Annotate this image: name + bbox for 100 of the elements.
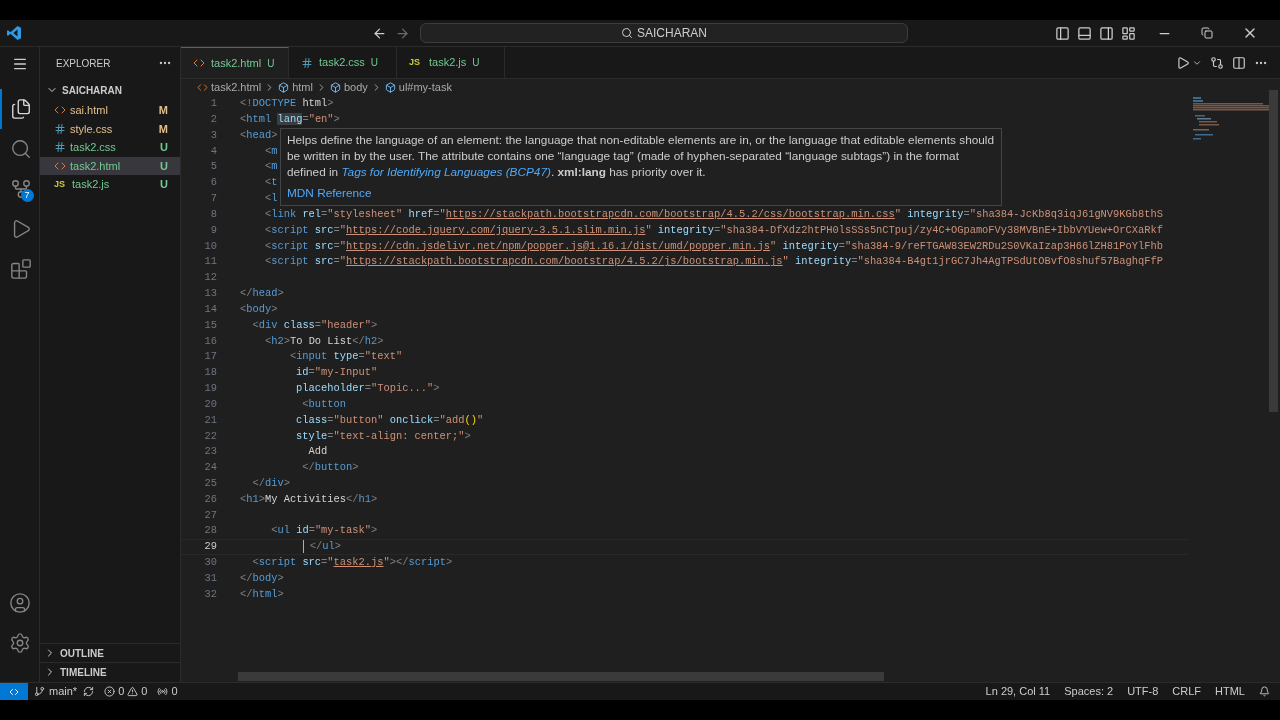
broadcast-icon bbox=[157, 686, 169, 697]
code-line: <m bbox=[263, 143, 278, 159]
line-number: 12 bbox=[203, 270, 217, 286]
line-number: 9 bbox=[209, 222, 217, 238]
account-icon[interactable] bbox=[8, 592, 31, 614]
warning-icon bbox=[127, 686, 139, 697]
file-item[interactable]: task2.css U bbox=[40, 138, 180, 157]
menu-icon[interactable] bbox=[11, 56, 28, 72]
code-line: <script src="https://cdn.jsdelivr.net/npm/popper.js@1.16.1/dist/umd/popper.min.js" integrity="sha384-9/reFTGAW83EW2RDu2S0VKaIzap3H66lZH81PoYlFhb bbox=[263, 238, 1163, 254]
problems-button[interactable]: 0 0 bbox=[104, 683, 148, 700]
code-line: Add bbox=[307, 444, 328, 460]
file-status: M bbox=[158, 103, 168, 118]
code-line: <!DOCTYPE html> bbox=[240, 96, 334, 112]
line-number: 3 bbox=[209, 127, 217, 143]
status-item[interactable]: CRLF bbox=[1172, 683, 1202, 700]
status-item[interactable]: Ln 29, Col 11 bbox=[985, 683, 1051, 700]
line-number: 32 bbox=[203, 586, 217, 602]
code-line: <link rel="stylesheet" href="https://stackpath.bootstrapcdn.com/bootstrap/4.5.2/css/bootstrap.min.css" integrity="sha384-JcKb8q3iqJ61gNV9KGb8thS bbox=[263, 206, 1163, 222]
editor-tab[interactable]: JS task2.js U bbox=[397, 47, 505, 78]
line-number: 26 bbox=[203, 491, 217, 507]
restore-icon[interactable] bbox=[1201, 27, 1213, 39]
code-line: </button> bbox=[301, 460, 359, 476]
panel-layout-icon[interactable] bbox=[1077, 25, 1092, 41]
code-line: <m bbox=[263, 159, 278, 175]
section-header[interactable]: OUTLINE bbox=[40, 643, 180, 662]
file-name: style.css bbox=[70, 121, 113, 137]
reference-link[interactable]: MDN Reference bbox=[287, 185, 995, 201]
section-header[interactable]: TIMELINE bbox=[40, 662, 180, 681]
sidebar-layout-icon[interactable] bbox=[1055, 25, 1070, 41]
line-number: 14 bbox=[203, 301, 217, 317]
search-text: SAICHARAN bbox=[637, 25, 707, 42]
breadcrumb-item[interactable]: task2.html bbox=[211, 79, 262, 96]
bell-icon[interactable] bbox=[1259, 686, 1270, 697]
breadcrumb-item[interactable]: body bbox=[343, 79, 368, 96]
secondary-sidebar-icon[interactable] bbox=[1099, 25, 1114, 41]
editor-tab[interactable]: task2.html U bbox=[181, 47, 289, 78]
breadcrumb-item[interactable]: ul#my-task bbox=[398, 79, 452, 96]
ports-button[interactable]: 0 bbox=[157, 683, 178, 700]
settings-icon[interactable] bbox=[8, 632, 31, 654]
explorer-title: EXPLORER bbox=[56, 56, 111, 71]
code-line: </head> bbox=[240, 286, 284, 302]
line-number: 1 bbox=[209, 96, 217, 112]
search-field[interactable]: SAICHARAN bbox=[420, 23, 908, 43]
line-number: 7 bbox=[209, 191, 217, 207]
code-line: </html> bbox=[240, 586, 284, 602]
code-file-icon bbox=[193, 57, 205, 69]
js-file-icon: JS bbox=[54, 177, 68, 191]
editor-tab[interactable]: task2.css U bbox=[289, 47, 397, 78]
file-status: U bbox=[160, 177, 168, 192]
branch-icon bbox=[34, 686, 45, 697]
sync-icon[interactable] bbox=[83, 686, 95, 697]
hover-description: Helps define the language of an element: the language that non-editable elements are in, or the language that editable elements should be written in by the user. The attribute contains one “language tag” (made of hyphen-separated “language subtags”) in the format defined in Tags for Identifying Languages (BCP47). xml:lang has priority over it. bbox=[287, 132, 995, 180]
line-number: 15 bbox=[203, 317, 217, 333]
line-number: 17 bbox=[203, 349, 217, 365]
line-number: 2 bbox=[209, 111, 217, 127]
line-number: 24 bbox=[203, 460, 217, 476]
folder-header[interactable]: SAICHARAN bbox=[40, 79, 180, 101]
cube-icon bbox=[278, 82, 290, 93]
files-icon bbox=[9, 98, 32, 120]
line-number: 27 bbox=[203, 507, 217, 523]
code-line: <script src="https://stackpath.bootstrapcdn.com/bootstrap/4.5.2/js/bootstrap.min.js" integrity="sha384-B4gt1jrGC7Jh4AgTPSdUtOBvfO8shuf57BaghqFfP bbox=[263, 254, 1163, 270]
status-item[interactable]: UTF-8 bbox=[1127, 683, 1159, 700]
line-number: 16 bbox=[203, 333, 217, 349]
layout-icon[interactable] bbox=[1121, 25, 1136, 41]
line-number: 8 bbox=[209, 206, 217, 222]
line-number: 5 bbox=[209, 159, 217, 175]
breadcrumb-item[interactable]: html bbox=[292, 79, 313, 96]
line-number: 22 bbox=[203, 428, 217, 444]
run-icon[interactable] bbox=[1176, 55, 1190, 70]
line-number: 20 bbox=[203, 396, 217, 412]
activity-item[interactable]: 7 bbox=[0, 169, 40, 209]
status-item[interactable]: HTML bbox=[1215, 683, 1245, 700]
hash-file-icon bbox=[54, 141, 66, 154]
code-line: <input type="text" bbox=[288, 349, 403, 365]
code-line: </body> bbox=[240, 570, 284, 586]
text-cursor bbox=[302, 540, 304, 554]
file-item[interactable]: sai.html M bbox=[40, 101, 180, 120]
spec-link[interactable]: Tags for Identifying Languages (BCP47) bbox=[341, 165, 551, 179]
file-status: M bbox=[158, 121, 168, 137]
status-item[interactable]: Spaces: 2 bbox=[1064, 683, 1114, 700]
search-icon bbox=[621, 27, 633, 39]
code-line: id="my-Input" bbox=[295, 365, 378, 381]
code-line: <l bbox=[263, 191, 278, 207]
line-number: 10 bbox=[203, 238, 217, 254]
file-item[interactable]: style.css M bbox=[40, 119, 180, 138]
file-item[interactable]: task2.html U bbox=[40, 156, 180, 175]
vscode-logo-icon bbox=[6, 25, 22, 41]
branch-button[interactable]: main* bbox=[34, 683, 78, 700]
code-line: placeholder="Topic..."> bbox=[295, 381, 440, 396]
line-number: 18 bbox=[203, 365, 217, 381]
hash-file-icon bbox=[301, 56, 313, 69]
code-line: <t bbox=[263, 175, 278, 191]
code-line: class="button" onclick="add()" bbox=[295, 412, 484, 428]
hash-file-icon bbox=[54, 122, 66, 135]
blocks-icon bbox=[9, 258, 32, 280]
code-line: </ul> bbox=[240, 539, 342, 555]
compare-icon[interactable] bbox=[1210, 55, 1224, 70]
split-editor-icon[interactable] bbox=[1232, 55, 1246, 70]
remote-button[interactable] bbox=[0, 683, 28, 700]
file-item[interactable]: JS task2.js U bbox=[40, 175, 180, 194]
